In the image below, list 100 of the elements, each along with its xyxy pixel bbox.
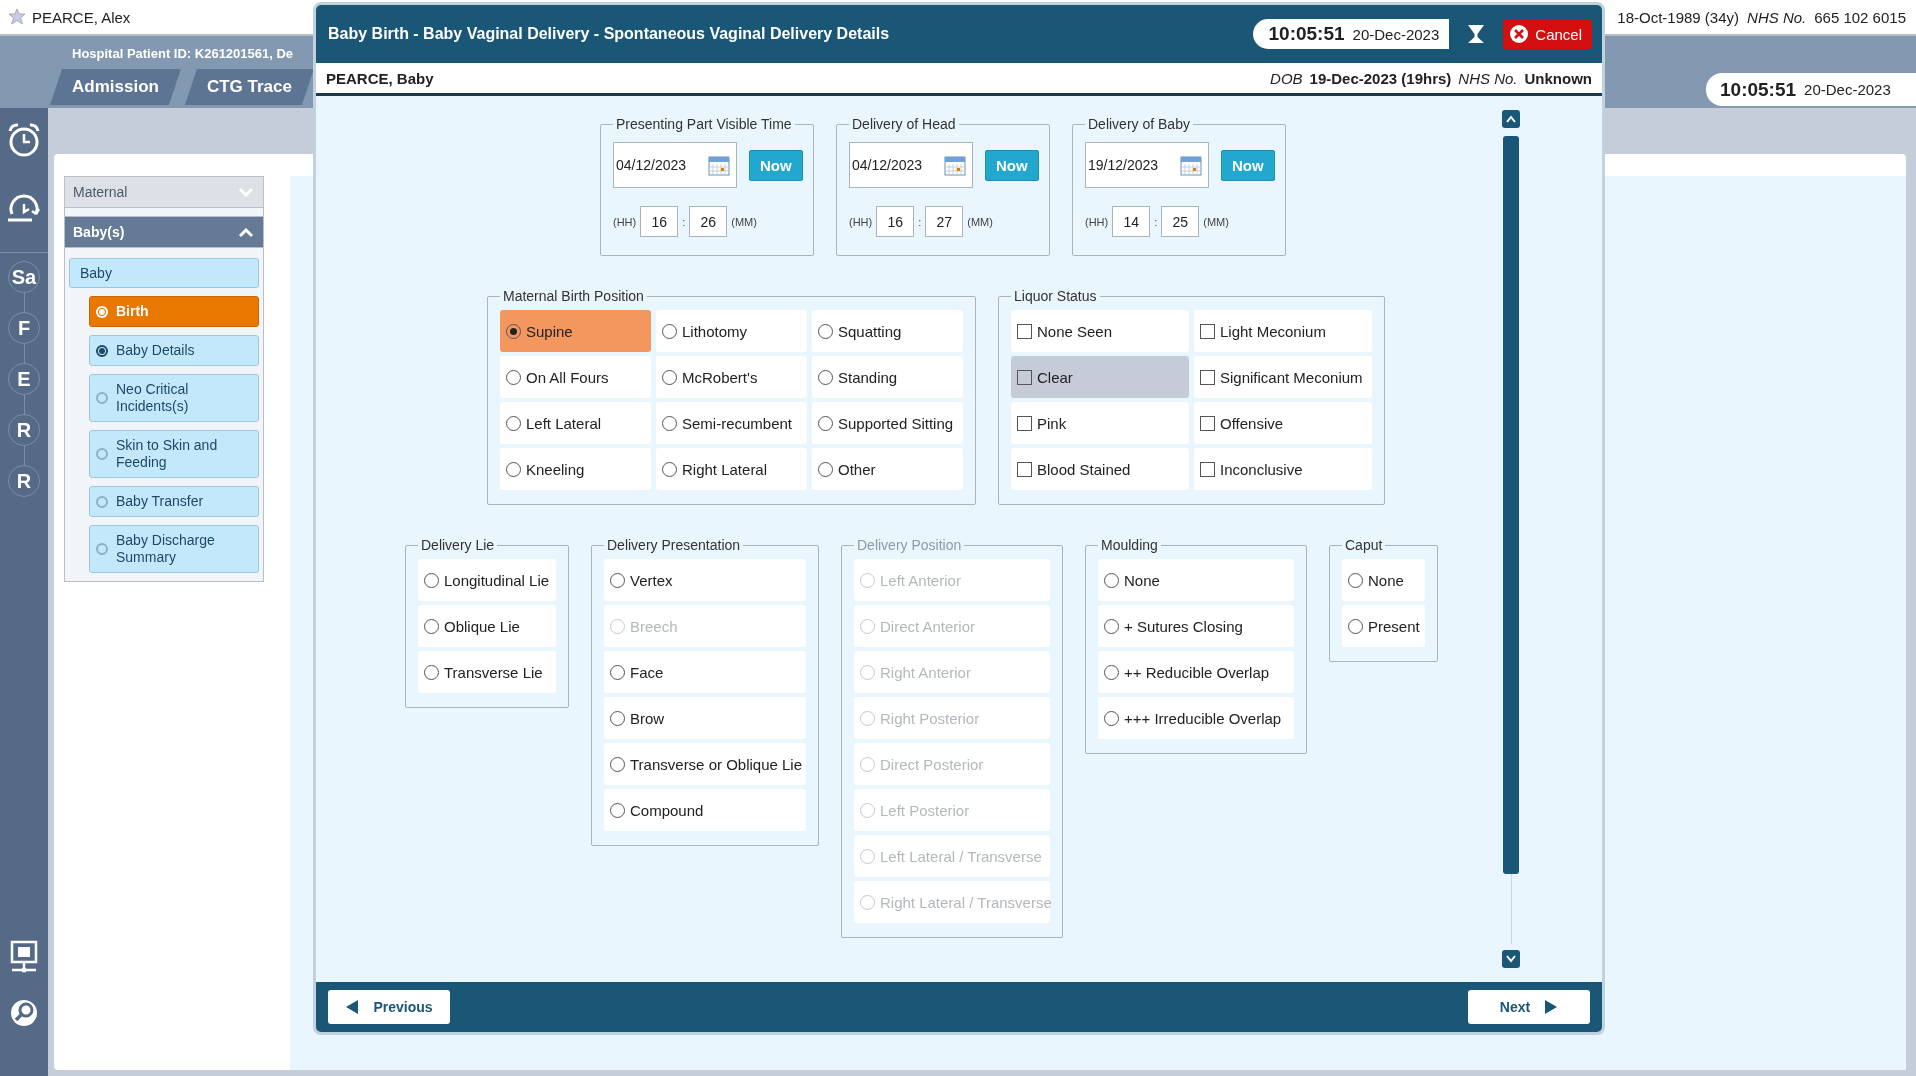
hours-label: (HH) xyxy=(613,215,637,228)
radio-option[interactable]: +++ Irreducible Overlap xyxy=(1098,697,1294,739)
radio-option[interactable]: Other xyxy=(812,448,963,490)
checkbox-option[interactable]: Clear xyxy=(1011,356,1189,398)
hospital-patient-id: Hospital Patient ID: K261201561, De xyxy=(72,46,294,61)
right-triangle-icon xyxy=(1544,999,1559,1015)
cancel-button[interactable]: Cancel xyxy=(1503,19,1592,49)
radio-option[interactable]: Present xyxy=(1342,605,1425,647)
radio-option[interactable]: Semi-recumbent xyxy=(656,402,807,444)
group-legend: Presenting Part Visible Time xyxy=(613,116,795,132)
scrollbar-thumb[interactable] xyxy=(1503,136,1519,874)
radio-option[interactable]: Oblique Lie xyxy=(418,605,556,647)
minutes-field[interactable]: 25 xyxy=(1161,206,1200,237)
scroll-down-button[interactable] xyxy=(1502,950,1520,968)
radio-option[interactable]: Standing xyxy=(812,356,963,398)
timer-icon[interactable] xyxy=(6,194,42,224)
next-button[interactable]: Next xyxy=(1468,990,1590,1024)
left-triangle-icon xyxy=(345,999,360,1015)
date-value: 04/12/2023 xyxy=(616,157,687,173)
minutes-field[interactable]: 26 xyxy=(689,206,728,237)
group-legend: Delivery Lie xyxy=(418,537,498,553)
radio-option[interactable]: Squatting xyxy=(812,310,963,352)
sidebar-item[interactable]: Baby Transfer xyxy=(89,486,259,517)
monitor-icon[interactable] xyxy=(10,940,38,974)
step-button[interactable]: R xyxy=(8,465,40,497)
checkbox-option[interactable]: Light Meconium xyxy=(1194,310,1372,352)
chevron-down-icon xyxy=(1505,954,1517,964)
calendar-icon[interactable] xyxy=(1180,154,1202,176)
dob-label: DOB xyxy=(1270,69,1303,87)
radio-option[interactable]: ++ Reducible Overlap xyxy=(1098,651,1294,693)
radio-option[interactable]: Longitudinal Lie xyxy=(418,559,556,601)
radio-option[interactable]: Transverse Lie xyxy=(418,651,556,693)
group-legend: Delivery Position xyxy=(854,537,965,553)
time-separator: : xyxy=(918,215,922,228)
radio-option[interactable]: McRobert's xyxy=(656,356,807,398)
step-button[interactable]: R xyxy=(8,414,40,446)
hours-field[interactable]: 16 xyxy=(876,206,915,237)
date-value: 04/12/2023 xyxy=(852,157,923,173)
radio-option[interactable]: Vertex xyxy=(604,559,806,601)
hourglass-icon[interactable] xyxy=(1467,24,1486,44)
section-title: Baby(s) xyxy=(73,224,125,240)
search-icon[interactable] xyxy=(9,998,39,1028)
nav-tab[interactable]: CTG Trace xyxy=(184,69,314,105)
nhs-value: Unknown xyxy=(1524,69,1592,87)
sidebar-item[interactable]: Skin to Skin and Feeding xyxy=(89,430,259,478)
checkbox-option[interactable]: Offensive xyxy=(1194,402,1372,444)
time-separator: : xyxy=(682,215,686,228)
date-field[interactable]: 04/12/2023 xyxy=(849,142,973,188)
radio-option[interactable]: Face xyxy=(604,651,806,693)
scroll-up-button[interactable] xyxy=(1502,110,1520,128)
alarm-clock-icon[interactable] xyxy=(6,122,42,158)
minutes-field[interactable]: 27 xyxy=(925,206,964,237)
radio-option[interactable]: On All Fours xyxy=(500,356,651,398)
logo-icon xyxy=(8,8,26,26)
calendar-icon[interactable] xyxy=(944,154,966,176)
close-icon xyxy=(1509,24,1530,44)
dob-value: 19-Dec-2023 (19hrs) xyxy=(1309,69,1452,87)
checkbox-option[interactable]: Significant Meconium xyxy=(1194,356,1372,398)
radio-option[interactable]: Transverse or Oblique Lie xyxy=(604,743,806,785)
sidebar-item[interactable]: Baby xyxy=(69,258,259,288)
radio-option[interactable]: Lithotomy xyxy=(656,310,807,352)
section-header[interactable]: Baby(s) xyxy=(64,216,264,248)
group-legend: Delivery of Head xyxy=(849,116,959,132)
section-header[interactable]: Maternal xyxy=(64,176,264,208)
date-field[interactable]: 04/12/2023 xyxy=(613,142,737,188)
radio-option[interactable]: Supine xyxy=(500,310,651,352)
sidebar-item[interactable]: Baby Details xyxy=(89,335,259,366)
group-legend: Moulding xyxy=(1098,537,1161,553)
sidebar-item[interactable]: Baby Discharge Summary xyxy=(89,525,259,573)
checkbox-option[interactable]: Pink xyxy=(1011,402,1189,444)
sidebar-item[interactable]: Neo Critical Incidents(s) xyxy=(89,374,259,422)
radio-option[interactable]: + Sutures Closing xyxy=(1098,605,1294,647)
section-title: Maternal xyxy=(73,184,128,200)
nav-tab[interactable]: Admission xyxy=(50,69,181,105)
radio-option[interactable]: Compound xyxy=(604,789,806,831)
checkbox-option[interactable]: Blood Stained xyxy=(1011,448,1189,490)
group-legend: Delivery of Baby xyxy=(1085,116,1193,132)
radio-option[interactable]: None xyxy=(1098,559,1294,601)
previous-button[interactable]: Previous xyxy=(328,990,450,1024)
radio-option[interactable]: Supported Sitting xyxy=(812,402,963,444)
date-field[interactable]: 19/12/2023 xyxy=(1085,142,1209,188)
step-button[interactable]: E xyxy=(8,363,40,395)
checkbox-option[interactable]: None Seen xyxy=(1011,310,1189,352)
checkbox-option[interactable]: Inconclusive xyxy=(1194,448,1372,490)
radio-option[interactable]: Brow xyxy=(604,697,806,739)
step-button[interactable]: F xyxy=(8,312,40,344)
group-legend: Caput xyxy=(1342,537,1386,553)
clock-date: 20-Dec-2023 xyxy=(1352,25,1440,43)
clock-date: 20-Dec-2023 xyxy=(1804,81,1891,98)
hours-field[interactable]: 16 xyxy=(640,206,679,237)
radio-option[interactable]: Left Lateral xyxy=(500,402,651,444)
nhs-label: NHS No. xyxy=(1458,69,1518,87)
step-button[interactable]: Sa xyxy=(8,261,40,293)
minutes-label: (MM) xyxy=(1203,215,1229,228)
hours-field[interactable]: 14 xyxy=(1112,206,1151,237)
calendar-icon[interactable] xyxy=(708,154,730,176)
radio-option[interactable]: Right Lateral xyxy=(656,448,807,490)
radio-option[interactable]: None xyxy=(1342,559,1425,601)
clock-time: 10:05:51 xyxy=(1720,78,1797,101)
radio-option[interactable]: Kneeling xyxy=(500,448,651,490)
